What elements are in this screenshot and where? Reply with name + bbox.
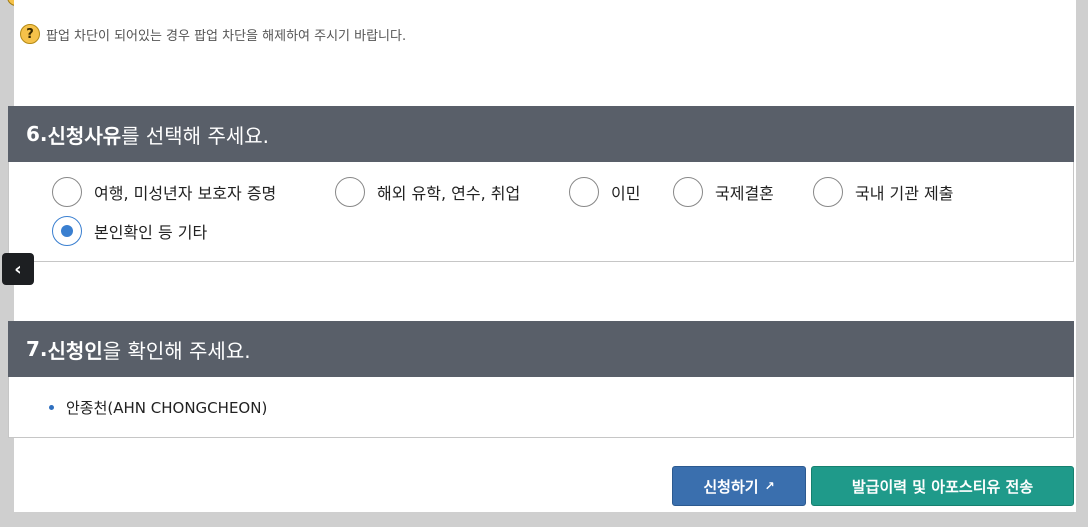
radio-button[interactable]: [335, 177, 365, 207]
issue-history-button-label: 발급이력 및 아포스티유 전송: [851, 477, 1034, 496]
bullet-icon: [49, 405, 54, 410]
reason-option-immigration[interactable]: 이민: [569, 177, 640, 207]
help-icon: ?: [20, 24, 40, 44]
radio-button[interactable]: [569, 177, 599, 207]
popup-notice-text: 팝업 차단이 되어있는 경우 팝업 차단을 해제하여 주시기 바랍니다.: [46, 28, 407, 44]
reason-option-identity-verification[interactable]: 본인확인 등 기타: [52, 216, 207, 246]
reason-option-travel[interactable]: 여행, 미성년자 보호자 증명: [52, 177, 276, 207]
radio-button[interactable]: [52, 177, 82, 207]
chevron-left-icon[interactable]: ‹: [2, 253, 34, 285]
reason-option-international-marriage[interactable]: 국제결혼: [673, 177, 774, 207]
reason-option-study-abroad[interactable]: 해외 유학, 연수, 취업: [335, 177, 520, 207]
section-7-title-bold: 신청인: [47, 338, 103, 363]
reason-option-label: 해외 유학, 연수, 취업: [377, 184, 521, 203]
section-6-title-bold: 신청사유: [47, 123, 122, 148]
issue-history-button[interactable]: 발급이력 및 아포스티유 전송: [811, 466, 1074, 506]
section-7-title-rest: 을 확인해 주세요.: [102, 338, 251, 363]
radio-button[interactable]: [673, 177, 703, 207]
radio-button[interactable]: [813, 177, 843, 207]
reason-option-label: 본인확인 등 기타: [94, 223, 208, 242]
section-7-title-number: 7.: [26, 337, 48, 361]
applicant-name: 안종천(AHN CHONGCHEON): [66, 399, 268, 417]
apply-button[interactable]: 신청하기 ↗: [672, 466, 806, 506]
apply-button-label: 신청하기: [703, 477, 759, 496]
reason-option-label: 국제결혼: [715, 184, 774, 203]
external-link-icon: ↗: [764, 479, 775, 493]
section-7-body: 안종천(AHN CHONGCHEON): [8, 377, 1074, 438]
reason-option-label: 여행, 미성년자 보호자 증명: [94, 184, 277, 203]
popup-notice: ? 팝업 차단이 되어있는 경우 팝업 차단을 해제하여 주시기 바랍니다.: [20, 23, 406, 45]
reason-option-domestic-submission[interactable]: 국내 기관 제출: [813, 177, 954, 207]
reason-option-label: 국내 기관 제출: [855, 184, 954, 203]
section-6-title-number: 6.: [26, 122, 48, 146]
section-6-header: 6. 신청사유 를 선택해 주세요.: [8, 106, 1074, 162]
applicant-list-item: 안종천(AHN CHONGCHEON): [49, 397, 267, 418]
reason-option-label: 이민: [611, 184, 641, 203]
section-7-header: 7. 신청인 을 확인해 주세요.: [8, 321, 1074, 377]
radio-button-checked[interactable]: [52, 216, 82, 246]
section-6-title-rest: 를 선택해 주세요.: [121, 123, 269, 148]
section-6-body: 여행, 미성년자 보호자 증명 해외 유학, 연수, 취업 이민 국제결혼 국내…: [8, 162, 1074, 262]
radio-dot-icon: [61, 225, 73, 237]
